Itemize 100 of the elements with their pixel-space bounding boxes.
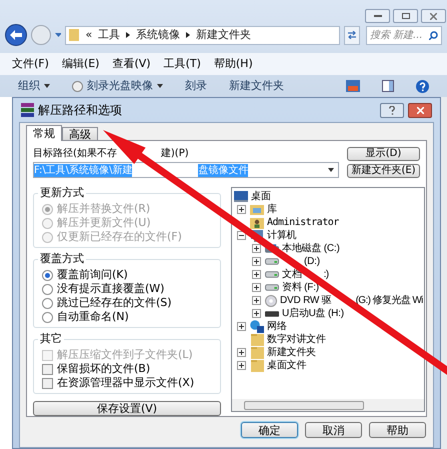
dialog-button[interactable]: 取消 bbox=[305, 422, 362, 438]
tree-item-label[interactable]: 网络 bbox=[267, 320, 287, 333]
close-button[interactable] bbox=[421, 9, 446, 23]
drive-icon bbox=[265, 271, 279, 278]
dropdown-arrow-icon bbox=[54, 33, 62, 37]
folder-icon bbox=[250, 346, 264, 358]
usb-drive-icon bbox=[265, 310, 279, 316]
radio-button[interactable] bbox=[42, 298, 53, 308]
radio-button[interactable] bbox=[42, 284, 53, 294]
menu-item[interactable]: 文件(F) bbox=[12, 56, 49, 72]
option-label: 保留损坏的文件(B) bbox=[57, 362, 150, 376]
dialog-button[interactable]: 显示(D) bbox=[347, 147, 420, 161]
search-icon bbox=[429, 30, 438, 40]
network-icon bbox=[250, 320, 264, 333]
tab[interactable]: 高级 bbox=[62, 127, 98, 141]
breadcrumb[interactable]: « bbox=[85, 26, 92, 44]
tree-item-label[interactable]: DVD RW 驱 bbox=[280, 294, 332, 307]
tree-item-label[interactable]: 资料 (F:) bbox=[282, 281, 319, 294]
expand-toggle[interactable] bbox=[252, 296, 261, 305]
folder-icon bbox=[250, 360, 264, 372]
option-label: 解压并替换文件(R) bbox=[57, 202, 150, 216]
tree-item-label[interactable]: 数字对讲文件 bbox=[267, 333, 326, 346]
expand-toggle[interactable] bbox=[252, 257, 261, 266]
dialog-button[interactable]: 确定 bbox=[241, 422, 298, 438]
dialog-title: 解压路径和选项 bbox=[38, 102, 122, 119]
group-title: 其它 bbox=[38, 332, 64, 346]
checkbox[interactable] bbox=[42, 364, 53, 374]
toolbar-button[interactable]: 刻录光盘映像 bbox=[72, 78, 163, 94]
breadcrumb[interactable]: 系统镜像 bbox=[136, 26, 180, 44]
expand-toggle[interactable] bbox=[252, 270, 261, 279]
dialog-button[interactable]: 新建文件夹(E) bbox=[347, 164, 420, 178]
breadcrumb[interactable]: 新建文件夹 bbox=[196, 26, 252, 44]
menu-item[interactable]: 编辑(E) bbox=[62, 56, 100, 72]
refresh-button[interactable] bbox=[344, 26, 360, 44]
expand-toggle[interactable] bbox=[252, 283, 261, 292]
tree-item-label[interactable]: 桌面文件 bbox=[267, 359, 306, 372]
breadcrumb[interactable]: 工具 bbox=[98, 26, 120, 44]
dialog-button[interactable]: 帮助 bbox=[369, 422, 426, 438]
horizontal-scrollbar[interactable] bbox=[232, 399, 424, 411]
search-field[interactable]: 搜索 新建... bbox=[366, 26, 442, 44]
toolbar-button[interactable]: 新建文件夹 bbox=[229, 78, 284, 94]
tree-item-label[interactable]: :) bbox=[324, 268, 329, 281]
menu-item[interactable]: 查看(V) bbox=[112, 56, 151, 72]
tree-item-label[interactable]: U启动U盘 (H:) bbox=[282, 307, 344, 320]
collapse-toggle[interactable] bbox=[237, 231, 246, 240]
option-label: 在资源管理器中显示文件(X) bbox=[57, 376, 194, 390]
menu-item[interactable]: 帮助(H) bbox=[214, 56, 253, 72]
toolbar-button[interactable]: 刻录 bbox=[185, 78, 207, 94]
minimize-button[interactable] bbox=[365, 9, 390, 23]
drive-icon bbox=[265, 284, 279, 291]
expand-toggle[interactable] bbox=[237, 348, 246, 357]
expand-toggle[interactable] bbox=[237, 205, 246, 214]
caret-icon bbox=[328, 168, 334, 172]
tree-item-label[interactable]: (G:) 修复光盘 Wi bbox=[356, 294, 423, 307]
tab[interactable]: 常规 bbox=[26, 125, 62, 141]
dialog-button[interactable]: 保存设置(V) bbox=[33, 401, 221, 416]
user-folder-icon bbox=[250, 216, 264, 228]
caret-icon bbox=[44, 84, 50, 88]
option-label: 自动重命名(N) bbox=[57, 310, 129, 324]
help-button[interactable] bbox=[380, 102, 404, 118]
radio-button[interactable] bbox=[42, 312, 53, 322]
tree-item-label[interactable]: Administrator bbox=[267, 216, 339, 229]
close-button[interactable] bbox=[408, 102, 432, 118]
path-text: 盘镜像文件 bbox=[198, 164, 248, 176]
tree-item-label[interactable]: (D:) bbox=[304, 255, 320, 268]
question-mark-icon bbox=[389, 106, 395, 114]
preview-pane-icon[interactable] bbox=[382, 80, 394, 92]
toolbar-button[interactable]: 组织 bbox=[18, 78, 50, 94]
help-icon[interactable] bbox=[416, 80, 429, 92]
option-label: 解压压缩文件到子文件夹(L) bbox=[57, 348, 193, 362]
checkbox[interactable] bbox=[42, 378, 53, 388]
menu-item[interactable]: 工具(T) bbox=[164, 56, 201, 72]
back-arrow-icon bbox=[10, 30, 22, 40]
expand-toggle[interactable] bbox=[237, 322, 246, 331]
tree-item-label[interactable]: 库 bbox=[267, 203, 277, 216]
close-icon bbox=[416, 106, 424, 114]
path-text: F:\工具\系统镜像\新建 bbox=[34, 164, 132, 176]
tree-item-label[interactable]: 计算机 bbox=[267, 229, 296, 242]
option-label: 仅更新已经存在的文件(F) bbox=[57, 230, 182, 244]
tree-item-label[interactable]: 本地磁盘 (C:) bbox=[282, 242, 340, 255]
radio-button[interactable] bbox=[42, 270, 53, 280]
expand-toggle[interactable] bbox=[237, 361, 246, 370]
expand-toggle[interactable] bbox=[252, 244, 261, 253]
maximize-button[interactable] bbox=[393, 9, 418, 23]
tree-item-label[interactable]: 新建文件夹 bbox=[267, 346, 316, 359]
group-title: 更新方式 bbox=[38, 186, 86, 200]
field-label: 目标路径(如果不存 bbox=[33, 147, 117, 161]
disc-icon bbox=[72, 80, 83, 92]
refresh-icon bbox=[346, 31, 357, 39]
disc-icon bbox=[265, 294, 277, 306]
expand-toggle[interactable] bbox=[252, 309, 261, 318]
desktop-icon bbox=[234, 191, 248, 202]
library-icon bbox=[250, 204, 264, 215]
field-label: 建)(P) bbox=[160, 147, 189, 161]
tree-item-label[interactable]: 桌面 bbox=[251, 190, 271, 203]
back-button[interactable] bbox=[5, 24, 27, 46]
address-bar[interactable]: « 工具 系统镜像 新建文件夹 bbox=[65, 26, 340, 44]
close-icon bbox=[430, 12, 437, 20]
option-label: 没有提示直接覆盖(W) bbox=[57, 282, 164, 296]
drive-icon bbox=[265, 258, 279, 265]
